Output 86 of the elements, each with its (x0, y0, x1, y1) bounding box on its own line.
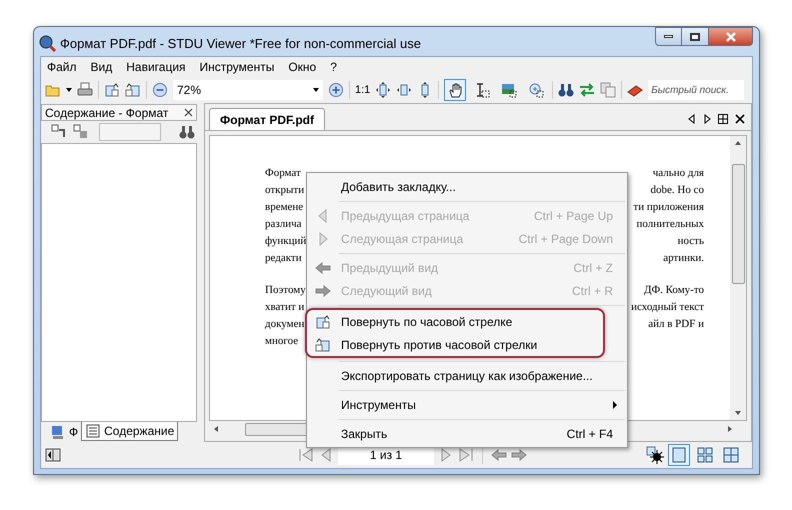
panel-title: Содержание - Формат (45, 104, 170, 122)
hand-tool-icon (447, 82, 464, 98)
document-text: ность (678, 234, 704, 249)
close-button[interactable] (708, 27, 753, 46)
scroll-thumb[interactable] (732, 164, 744, 284)
document-text: чально для (652, 166, 704, 181)
menu-item[interactable]: Закрыть Ctrl + F4 (307, 422, 627, 445)
last-page-icon[interactable] (458, 447, 474, 463)
actual-size-button[interactable]: 1:1 (355, 82, 370, 98)
menu-bar-item[interactable]: Инструменты (200, 58, 274, 76)
menu-item[interactable]: Повернуть по часовой стрелке (307, 310, 603, 333)
document-text: Поэтому (265, 283, 306, 298)
document-text: dobe. Но со (650, 183, 704, 198)
left-triangle-icon[interactable] (688, 114, 696, 124)
close-icon[interactable] (735, 114, 745, 124)
menu-bar-item[interactable]: ? (330, 58, 337, 76)
document-text: редакти (265, 251, 302, 266)
menu-item[interactable]: Инструменты (307, 393, 627, 416)
zoom-field[interactable]: 72% (173, 80, 323, 100)
menu-bar-item[interactable]: Окно (288, 58, 316, 76)
fit-width-icon[interactable] (396, 82, 412, 98)
fit-page-icon[interactable] (375, 82, 392, 98)
zoom-in-icon[interactable] (328, 82, 344, 98)
zoom-area-icon (528, 82, 544, 98)
single-page-icon (671, 447, 687, 463)
search-field[interactable]: Быстрый поиск. (648, 80, 744, 100)
close-icon (724, 32, 736, 42)
image-select-icon (501, 82, 518, 98)
hand-tool-button[interactable] (444, 79, 466, 101)
printer-icon[interactable] (77, 82, 93, 98)
menu-bar-item[interactable]: Вид (90, 58, 112, 76)
document-text: времене (265, 200, 304, 215)
view-mode-button[interactable] (668, 444, 690, 466)
close-icon[interactable] (184, 108, 193, 117)
list-icon (85, 423, 102, 439)
grid-icon[interactable] (718, 114, 728, 124)
first-page-icon[interactable] (298, 447, 314, 463)
app-logo-icon (38, 34, 56, 52)
document-text: артинки. (663, 251, 704, 266)
document-text: айл в PDF и (648, 317, 704, 332)
rotate-counterclockwise-icon[interactable] (125, 82, 141, 98)
panel-tab[interactable]: Ф (47, 422, 82, 441)
document-text: ДФ. Кому-то (644, 283, 704, 298)
forward-arrow-icon[interactable] (511, 447, 527, 463)
menu-item[interactable]: Добавить закладку... (307, 175, 627, 198)
zoom-out-icon[interactable] (152, 82, 168, 98)
computer-icon (50, 424, 66, 440)
document-text: многое (265, 334, 298, 349)
right-triangle-icon[interactable] (703, 114, 711, 124)
maximize-button[interactable] (682, 27, 708, 46)
collapse-icon[interactable] (73, 124, 89, 140)
back-arrow-icon[interactable] (491, 447, 507, 463)
grid-icon (723, 447, 739, 463)
document-tab[interactable]: Формат PDF.pdf (209, 108, 326, 130)
menu-bar-item[interactable]: Файл (47, 58, 77, 76)
menu-item[interactable]: Экспортировать страницу как изображение... (307, 364, 627, 387)
rotate-clockwise-icon[interactable] (315, 314, 331, 330)
rotate-clockwise-icon[interactable] (104, 82, 120, 98)
panel-toggle-icon[interactable] (45, 447, 61, 463)
four-pages-icon (697, 447, 713, 463)
document-text: функций (265, 234, 306, 249)
rotate-counterclockwise-icon[interactable] (315, 336, 331, 352)
right-arrow-icon (315, 282, 331, 298)
minimize-button[interactable] (655, 27, 682, 46)
search-field[interactable] (99, 123, 161, 141)
binoculars-icon[interactable] (558, 82, 574, 98)
expand-icon[interactable] (51, 124, 67, 140)
menu-item[interactable]: Повернуть против часовой стрелки (307, 333, 603, 356)
document-text: докумен (265, 317, 304, 332)
dropdown-caret-icon (313, 88, 319, 92)
document-text: хватит и (265, 300, 304, 315)
document-text: полнительных (636, 217, 704, 232)
dropdown-caret-icon[interactable] (66, 88, 72, 92)
window-title: Формат PDF.pdf - STDU Viewer *Free for non-commercial use (60, 35, 421, 53)
panel-tab[interactable]: Содержание (81, 422, 178, 441)
document-text: открыти (265, 183, 304, 198)
text-select-icon (474, 82, 490, 98)
left-arrow-icon (315, 260, 331, 276)
swap-arrows-icon[interactable] (579, 82, 596, 98)
document-text: Формат (265, 166, 301, 181)
document-text: различа (265, 217, 302, 232)
brightness-icon[interactable] (646, 446, 664, 464)
menu-bar-item[interactable]: Навигация (126, 58, 186, 76)
document-text: ти приложения (633, 200, 704, 215)
binoculars-icon[interactable] (179, 124, 195, 140)
document-text: исходный текст (631, 300, 704, 315)
